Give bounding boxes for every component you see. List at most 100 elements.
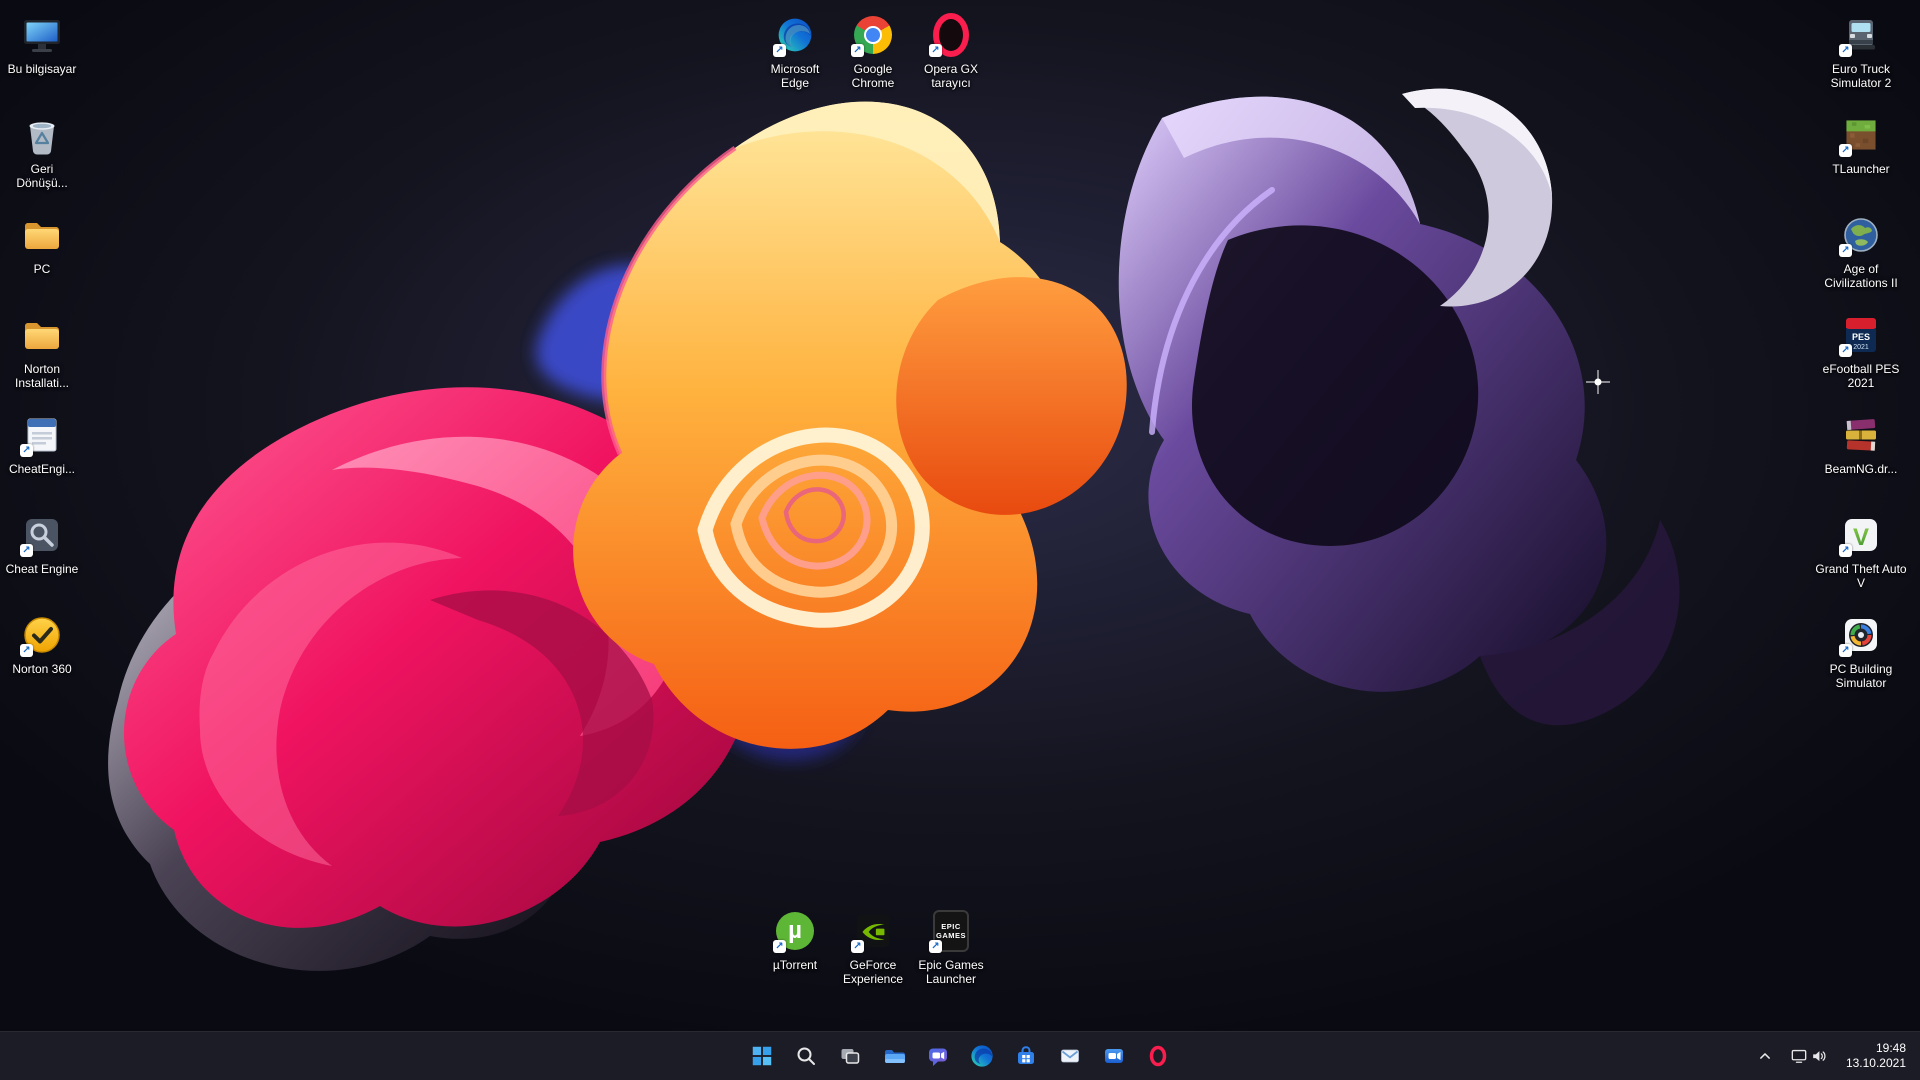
- taskbar-tray: 19:48 13.10.2021: [1750, 1032, 1914, 1080]
- shortcut-arrow-icon: ↗: [773, 940, 786, 953]
- tray-chevron-button[interactable]: [1750, 1036, 1780, 1076]
- desktop-icon-opera-gx[interactable]: ↗ Opera GX tarayıcı: [912, 6, 990, 90]
- desktop-icon-epic-games-launcher[interactable]: EPIC GAMES ↗ Epic Games Launcher: [912, 902, 990, 986]
- shortcut-arrow-icon: ↗: [929, 44, 942, 57]
- svg-text:V: V: [1853, 524, 1869, 551]
- taskbar-clock[interactable]: 19:48 13.10.2021: [1838, 1041, 1914, 1071]
- shortcut-arrow-icon: ↗: [20, 444, 33, 457]
- chat-button[interactable]: [918, 1036, 958, 1076]
- epic-text-line2: GAMES: [935, 931, 966, 940]
- desktop-icon-label: Norton Installati...: [14, 362, 70, 390]
- windows-start-icon: [752, 1046, 772, 1066]
- shortcut-arrow-icon: ↗: [851, 44, 864, 57]
- task-view-button[interactable]: [830, 1036, 870, 1076]
- desktop-icon-pc-folder[interactable]: PC: [0, 206, 84, 304]
- gta-v-icon: V ↗: [1838, 512, 1884, 558]
- shortcut-arrow-icon: ↗: [851, 940, 864, 953]
- tray-network-volume-button[interactable]: [1784, 1036, 1834, 1076]
- desktop-top-row: ↗ Microsoft Edge ↗ Google Chrome ↗ Opera…: [756, 6, 990, 90]
- clock-time: 19:48: [1875, 1041, 1906, 1055]
- this-pc-icon: [19, 12, 65, 58]
- desktop-icon-label: TLauncher: [1832, 162, 1890, 176]
- utorrent-glyph: µ: [788, 917, 802, 944]
- desktop-icon-label: GeForce Experience: [842, 958, 904, 986]
- desktop-icon-label: Age of Civilizations II: [1824, 262, 1898, 290]
- desktop-icon-age-of-civilizations-2[interactable]: ↗ Age of Civilizations II: [1811, 206, 1911, 304]
- desktop-icon-label: PC: [33, 262, 51, 276]
- start-button[interactable]: [742, 1036, 782, 1076]
- edge-icon: [971, 1045, 993, 1067]
- shortcut-arrow-icon: ↗: [1839, 544, 1852, 557]
- desktop-icon-label: Epic Games Launcher: [918, 958, 984, 986]
- desktop-icon-label: Norton 360: [12, 662, 72, 676]
- desktop-right-column: ↗ Euro Truck Simulator 2 ↗ TLauncher ↗ A…: [1811, 6, 1911, 704]
- movies-button[interactable]: [1094, 1036, 1134, 1076]
- shortcut-arrow-icon: ↗: [1839, 344, 1852, 357]
- desktop-icon-label: Opera GX tarayıcı: [923, 62, 979, 90]
- desktop-icon-norton-folder[interactable]: Norton Installati...: [0, 306, 84, 404]
- chevron-up-icon: [1760, 1053, 1770, 1059]
- search-icon: [797, 1047, 815, 1065]
- desktop-icon-label: µTorrent: [772, 958, 818, 972]
- desktop-icon-efootball-pes-2021[interactable]: PES 2021 ↗ eFootball PES 2021: [1811, 306, 1911, 404]
- shortcut-arrow-icon: ↗: [1839, 244, 1852, 257]
- grass-block-icon: ↗: [1838, 112, 1884, 158]
- norton-360-icon: ↗: [19, 612, 65, 658]
- desktop-icon-pc-building-simulator[interactable]: ↗ PC Building Simulator: [1811, 606, 1911, 704]
- opera-gx-button[interactable]: [1138, 1036, 1178, 1076]
- desktop-icon-utorrent[interactable]: µ ↗ µTorrent: [756, 902, 834, 986]
- desktop-icon-label: BeamNG.dr...: [1824, 462, 1898, 476]
- desktop-icon-label: Grand Theft Auto V: [1815, 562, 1907, 590]
- desktop-icon-label: PC Building Simulator: [1829, 662, 1893, 690]
- desktop-icon-label: eFootball PES 2021: [1822, 362, 1900, 390]
- search-button[interactable]: [786, 1036, 826, 1076]
- pes-card-icon: PES 2021 ↗: [1838, 312, 1884, 358]
- installer-file-icon: ↗: [19, 412, 65, 458]
- microsoft-store-icon: [1018, 1046, 1034, 1064]
- clock-date: 13.10.2021: [1845, 1056, 1906, 1070]
- desktop-icon-recycle-bin[interactable]: Geri Dönüşü...: [0, 106, 84, 204]
- chat-icon: [929, 1048, 947, 1066]
- shortcut-arrow-icon: ↗: [20, 644, 33, 657]
- file-explorer-button[interactable]: [874, 1036, 914, 1076]
- desktop-left-column: Bu bilgisayar Geri Dönüşü... PC Norton I…: [0, 6, 84, 704]
- geforce-icon: ↗: [850, 908, 896, 954]
- shortcut-arrow-icon: ↗: [1839, 644, 1852, 657]
- desktop-icon-label: Microsoft Edge: [770, 62, 820, 90]
- chrome-icon: ↗: [850, 12, 896, 58]
- folder-icon: [19, 212, 65, 258]
- shortcut-arrow-icon: ↗: [1839, 144, 1852, 157]
- desktop-icon-euro-truck-simulator-2[interactable]: ↗ Euro Truck Simulator 2: [1811, 6, 1911, 104]
- desktop-icon-tlauncher[interactable]: ↗ TLauncher: [1811, 106, 1911, 204]
- edge-button[interactable]: [962, 1036, 1002, 1076]
- desktop-icon-google-chrome[interactable]: ↗ Google Chrome: [834, 6, 912, 90]
- opera-gx-icon: ↗: [928, 12, 974, 58]
- mail-button[interactable]: [1050, 1036, 1090, 1076]
- desktop-icon-geforce-experience[interactable]: ↗ GeForce Experience: [834, 902, 912, 986]
- desktop-icon-this-pc[interactable]: Bu bilgisayar: [0, 6, 84, 104]
- desktop-icon-label: Google Chrome: [851, 62, 895, 90]
- shortcut-arrow-icon: ↗: [1839, 44, 1852, 57]
- desktop-icon-cheat-engine[interactable]: ↗ Cheat Engine: [0, 506, 84, 604]
- desktop-icon-label: CheatEngi...: [8, 462, 76, 476]
- desktop-icon-label: Bu bilgisayar: [7, 62, 77, 76]
- network-icon: [1791, 1049, 1807, 1063]
- shortcut-arrow-icon: ↗: [773, 44, 786, 57]
- edge-icon: ↗: [772, 12, 818, 58]
- desktop-icon-microsoft-edge[interactable]: ↗ Microsoft Edge: [756, 6, 834, 90]
- shortcut-arrow-icon: ↗: [929, 940, 942, 953]
- opera-gx-icon: [1149, 1045, 1167, 1067]
- taskbar: 19:48 13.10.2021: [0, 1031, 1920, 1080]
- desktop-icon-norton-360[interactable]: ↗ Norton 360: [0, 606, 84, 704]
- epic-text-line1: EPIC: [941, 922, 961, 931]
- recycle-bin-icon: [19, 112, 65, 158]
- desktop-icon-beamng-archive[interactable]: BeamNG.dr...: [1811, 406, 1911, 504]
- desktop-icon-cheatengine-installer[interactable]: ↗ CheatEngi...: [0, 406, 84, 504]
- svg-text:PES: PES: [1852, 332, 1870, 342]
- store-button[interactable]: [1006, 1036, 1046, 1076]
- desktop-icon-label: Geri Dönüşü...: [16, 162, 68, 190]
- shortcut-arrow-icon: ↗: [20, 544, 33, 557]
- pc-fan-icon: ↗: [1838, 612, 1884, 658]
- utorrent-icon: µ ↗: [772, 908, 818, 954]
- desktop-icon-gta-v[interactable]: V ↗ Grand Theft Auto V: [1811, 506, 1911, 604]
